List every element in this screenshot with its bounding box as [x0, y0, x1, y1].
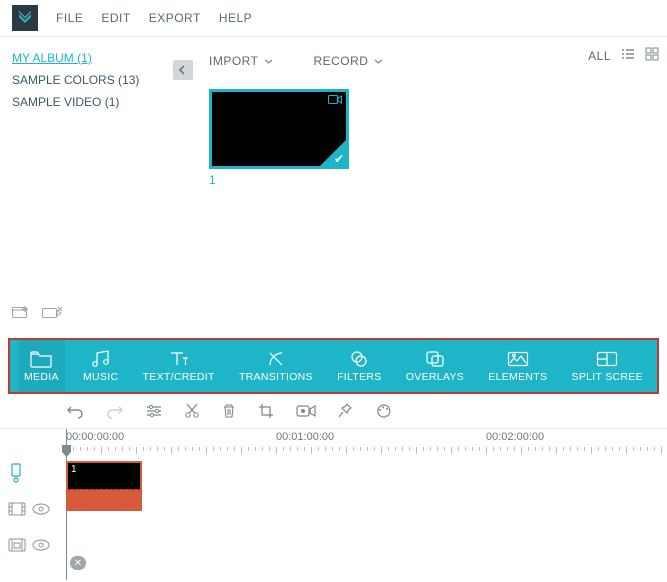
undo-button[interactable] — [66, 403, 84, 419]
clip-label: 1 — [68, 463, 140, 476]
time-label: 00:02:00:00 — [486, 431, 544, 443]
editor-tabstrip: MEDIA MUSIC TEXT/CREDIT TRANSITIONS FILT… — [8, 338, 659, 394]
head-video-track[interactable] — [8, 491, 58, 527]
chevron-down-icon — [374, 57, 383, 66]
album-sample-colors[interactable]: SAMPLE COLORS (13) — [12, 69, 183, 91]
cut-button[interactable] — [184, 403, 200, 419]
head-marker[interactable] — [8, 455, 58, 491]
tab-label: TRANSITIONS — [239, 371, 313, 383]
tab-label: FILTERS — [337, 371, 382, 383]
collapse-sidebar-button[interactable] — [173, 60, 193, 80]
tab-split-screen[interactable]: SPLIT SCREE — [566, 340, 649, 392]
app-logo — [12, 5, 38, 31]
menu-edit[interactable]: EDIT — [101, 11, 130, 25]
tab-label: MUSIC — [83, 371, 118, 383]
head-pip-track[interactable] — [8, 527, 58, 563]
video-clip[interactable]: 1 — [66, 461, 142, 511]
tab-filters[interactable]: FILTERS — [331, 340, 388, 392]
timeline-toolbar — [0, 394, 667, 428]
tab-elements[interactable]: ELEMENTS — [482, 340, 553, 392]
elements-icon — [507, 350, 529, 368]
time-label: 00:01:00:00 — [276, 431, 334, 443]
redo-button[interactable] — [106, 403, 124, 419]
browser-main: IMPORT RECORD ALL ✔ 1 — [195, 37, 667, 338]
tab-overlays[interactable]: OVERLAYS — [400, 340, 470, 392]
menu-file[interactable]: FILE — [56, 11, 83, 25]
album-my-album[interactable]: MY ALBUM (1) — [12, 47, 183, 69]
media-thumbnail[interactable]: ✔ 1 — [209, 89, 349, 187]
color-button[interactable] — [375, 403, 393, 419]
filter-all-button[interactable]: ALL — [588, 49, 611, 63]
tab-text[interactable]: TEXT/CREDIT — [137, 340, 221, 392]
tab-music[interactable]: MUSIC — [77, 340, 124, 392]
album-sample-video[interactable]: SAMPLE VIDEO (1) — [12, 91, 183, 113]
settings-icon[interactable] — [146, 404, 162, 418]
time-ruler[interactable]: 00:00:00:00 00:01:00:00 00:02:00:00 — [66, 429, 667, 455]
clip-audio — [68, 489, 140, 509]
record-vo-button[interactable] — [296, 404, 316, 418]
transitions-icon — [267, 350, 285, 368]
tab-label: ELEMENTS — [488, 371, 547, 383]
tab-label: SPLIT SCREE — [572, 371, 643, 383]
text-icon — [169, 350, 189, 368]
crop-button[interactable] — [258, 403, 274, 419]
chevron-down-icon — [264, 57, 273, 66]
import-label: IMPORT — [209, 54, 258, 68]
overlays-icon — [425, 350, 445, 368]
main-menu-bar: FILE EDIT EXPORT HELP — [0, 0, 667, 36]
media-browser: MY ALBUM (1) SAMPLE COLORS (13) SAMPLE V… — [0, 36, 667, 338]
menu-export[interactable]: EXPORT — [149, 11, 201, 25]
tab-transitions[interactable]: TRANSITIONS — [233, 340, 319, 392]
clip-close-button[interactable]: ✕ — [70, 556, 86, 570]
video-type-icon — [328, 94, 342, 108]
delete-folder-icon[interactable] — [42, 305, 62, 322]
import-button[interactable]: IMPORT — [209, 54, 273, 68]
grid-view-icon[interactable] — [645, 47, 659, 64]
timeline[interactable]: 00:00:00:00 00:01:00:00 00:02:00:00 1 ✕ — [0, 428, 667, 580]
tab-label: OVERLAYS — [406, 371, 464, 383]
filters-icon — [349, 350, 369, 368]
tab-label: TEXT/CREDIT — [143, 371, 215, 383]
split-screen-icon — [596, 350, 618, 368]
folder-icon — [30, 350, 52, 368]
record-label: RECORD — [313, 54, 368, 68]
new-folder-icon[interactable] — [12, 305, 30, 322]
album-sidebar: MY ALBUM (1) SAMPLE COLORS (13) SAMPLE V… — [0, 37, 195, 338]
menu-help[interactable]: HELP — [219, 11, 252, 25]
list-view-icon[interactable] — [621, 47, 635, 64]
time-label: 00:00:00:00 — [66, 431, 124, 443]
thumbnail-id: 1 — [209, 169, 349, 187]
tab-label: MEDIA — [24, 371, 59, 383]
check-icon: ✔ — [334, 152, 344, 166]
music-icon — [91, 350, 111, 368]
record-button[interactable]: RECORD — [313, 54, 383, 68]
pin-button[interactable] — [338, 403, 353, 419]
delete-button[interactable] — [222, 403, 236, 419]
tab-media[interactable]: MEDIA — [18, 340, 65, 392]
